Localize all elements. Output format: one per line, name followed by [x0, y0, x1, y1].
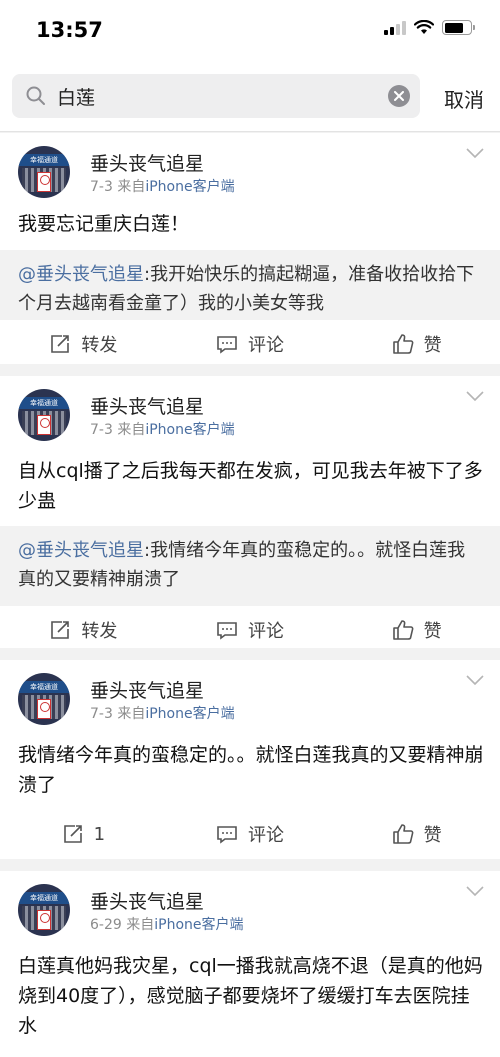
username[interactable]: 垂头丧气追星 — [90, 149, 204, 176]
post-date: 7-3 — [90, 706, 113, 722]
status-icons — [384, 20, 475, 35]
thumbs-up-icon — [392, 824, 414, 844]
chevron-down-icon[interactable] — [466, 885, 484, 897]
post-meta: 7-3 来自iPhone客户端 — [90, 419, 235, 439]
post-text: 自从cql播了之后我每天都在发疯，可见我去年被下了多少蛊 — [18, 460, 483, 512]
repost-button[interactable]: 转发 — [0, 320, 167, 368]
post-card[interactable]: 幸福通道 垂头丧气追星 7-3 来自iPhone客户端 我要忘记重庆白莲！ @垂… — [0, 133, 500, 364]
post-card[interactable]: 幸福通道 垂头丧气追星 7-3 来自iPhone客户端 我情绪今年真的蛮稳定的。… — [0, 660, 500, 859]
search-area: 取消 — [0, 60, 500, 132]
chevron-down-icon[interactable] — [466, 674, 484, 686]
username[interactable]: 垂头丧气追星 — [90, 392, 204, 419]
comment-button[interactable]: 评论 — [167, 320, 334, 368]
post-source: iPhone客户端 — [154, 917, 244, 933]
clear-icon[interactable] — [388, 85, 410, 107]
post-date: 7-3 — [90, 179, 113, 195]
like-button[interactable]: 赞 — [333, 606, 500, 654]
post-source: iPhone客户端 — [145, 706, 235, 722]
comment-icon — [217, 336, 237, 354]
comment-button[interactable]: 评论 — [167, 810, 334, 858]
post-source: iPhone客户端 — [145, 422, 235, 438]
source-prefix: 来自 — [117, 422, 146, 438]
status-time: 13:57 — [36, 18, 103, 42]
comment-button[interactable]: 评论 — [167, 606, 334, 654]
post-text: 我要忘记重庆白莲！ — [18, 213, 190, 235]
username[interactable]: 垂头丧气追星 — [90, 676, 204, 703]
search-box[interactable] — [12, 74, 420, 118]
avatar[interactable]: 幸福通道 — [18, 884, 70, 936]
feed: 幸福通道 垂头丧气追星 7-3 来自iPhone客户端 我要忘记重庆白莲！ @垂… — [0, 133, 500, 1057]
repost-button[interactable]: 转发 — [0, 606, 167, 654]
post-date: 6-29 — [90, 917, 122, 933]
action-bar: 1 评论 赞 — [0, 810, 500, 858]
repost-icon — [51, 621, 70, 639]
like-button[interactable]: 赞 — [333, 810, 500, 858]
repost-box[interactable]: @垂头丧气追星:我情绪今年真的蛮稳定的。。就怪白莲我真的又要精神崩溃了 — [0, 526, 500, 606]
post-meta: 6-29 来自iPhone客户端 — [90, 914, 244, 934]
source-prefix: 来自 — [126, 917, 155, 933]
thumbs-up-icon — [392, 620, 414, 640]
avatar[interactable]: 幸福通道 — [18, 389, 70, 441]
comment-icon — [217, 622, 237, 640]
post-source: iPhone客户端 — [145, 179, 235, 195]
action-bar: 转发 评论 赞 — [0, 320, 500, 368]
repost-box[interactable]: @垂头丧气追星:我开始快乐的搞起糊逼，准备收拾收拾下个月去越南看金童了）我的小美… — [0, 250, 500, 320]
repost-button[interactable]: 1 — [0, 810, 167, 858]
post-card[interactable]: 幸福通道 垂头丧气追星 6-29 来自iPhone客户端 白莲真他妈我灾星，cq… — [0, 871, 500, 1057]
repost-icon — [51, 335, 70, 353]
post-text: 我情绪今年真的蛮稳定的。。就怪白莲我真的又要精神崩溃了 — [18, 744, 484, 796]
repost-icon — [63, 825, 82, 843]
chevron-down-icon[interactable] — [466, 390, 484, 402]
source-prefix: 来自 — [117, 706, 146, 722]
cancel-button[interactable]: 取消 — [444, 84, 484, 113]
wifi-icon — [414, 20, 434, 34]
post-date: 7-3 — [90, 422, 113, 438]
chevron-down-icon[interactable] — [466, 147, 484, 159]
like-button[interactable]: 赞 — [333, 320, 500, 368]
post-card[interactable]: 幸福通道 垂头丧气追星 7-3 来自iPhone客户端 自从cql播了之后我每天… — [0, 376, 500, 648]
avatar[interactable]: 幸福通道 — [18, 673, 70, 725]
search-input[interactable] — [57, 85, 388, 107]
thumbs-up-icon — [392, 334, 414, 354]
post-divider — [0, 859, 500, 871]
battery-icon — [442, 20, 475, 35]
post-meta: 7-3 来自iPhone客户端 — [90, 176, 235, 196]
source-prefix: 来自 — [117, 179, 146, 195]
username[interactable]: 垂头丧气追星 — [90, 887, 204, 914]
action-bar: 转发 评论 赞 — [0, 606, 500, 654]
comment-icon — [217, 826, 237, 844]
repost-mention[interactable]: @垂头丧气追星 — [18, 264, 144, 285]
search-icon — [26, 86, 45, 105]
status-bar: 13:57 — [0, 0, 500, 60]
post-meta: 7-3 来自iPhone客户端 — [90, 703, 235, 723]
repost-mention[interactable]: @垂头丧气追星 — [18, 540, 144, 561]
avatar[interactable]: 幸福通道 — [18, 146, 70, 198]
post-text: 白莲真他妈我灾星，cql一播我就高烧不退（是真的他妈烧到40度了），感觉脑子都要… — [18, 955, 483, 1037]
signal-icon — [384, 20, 406, 35]
